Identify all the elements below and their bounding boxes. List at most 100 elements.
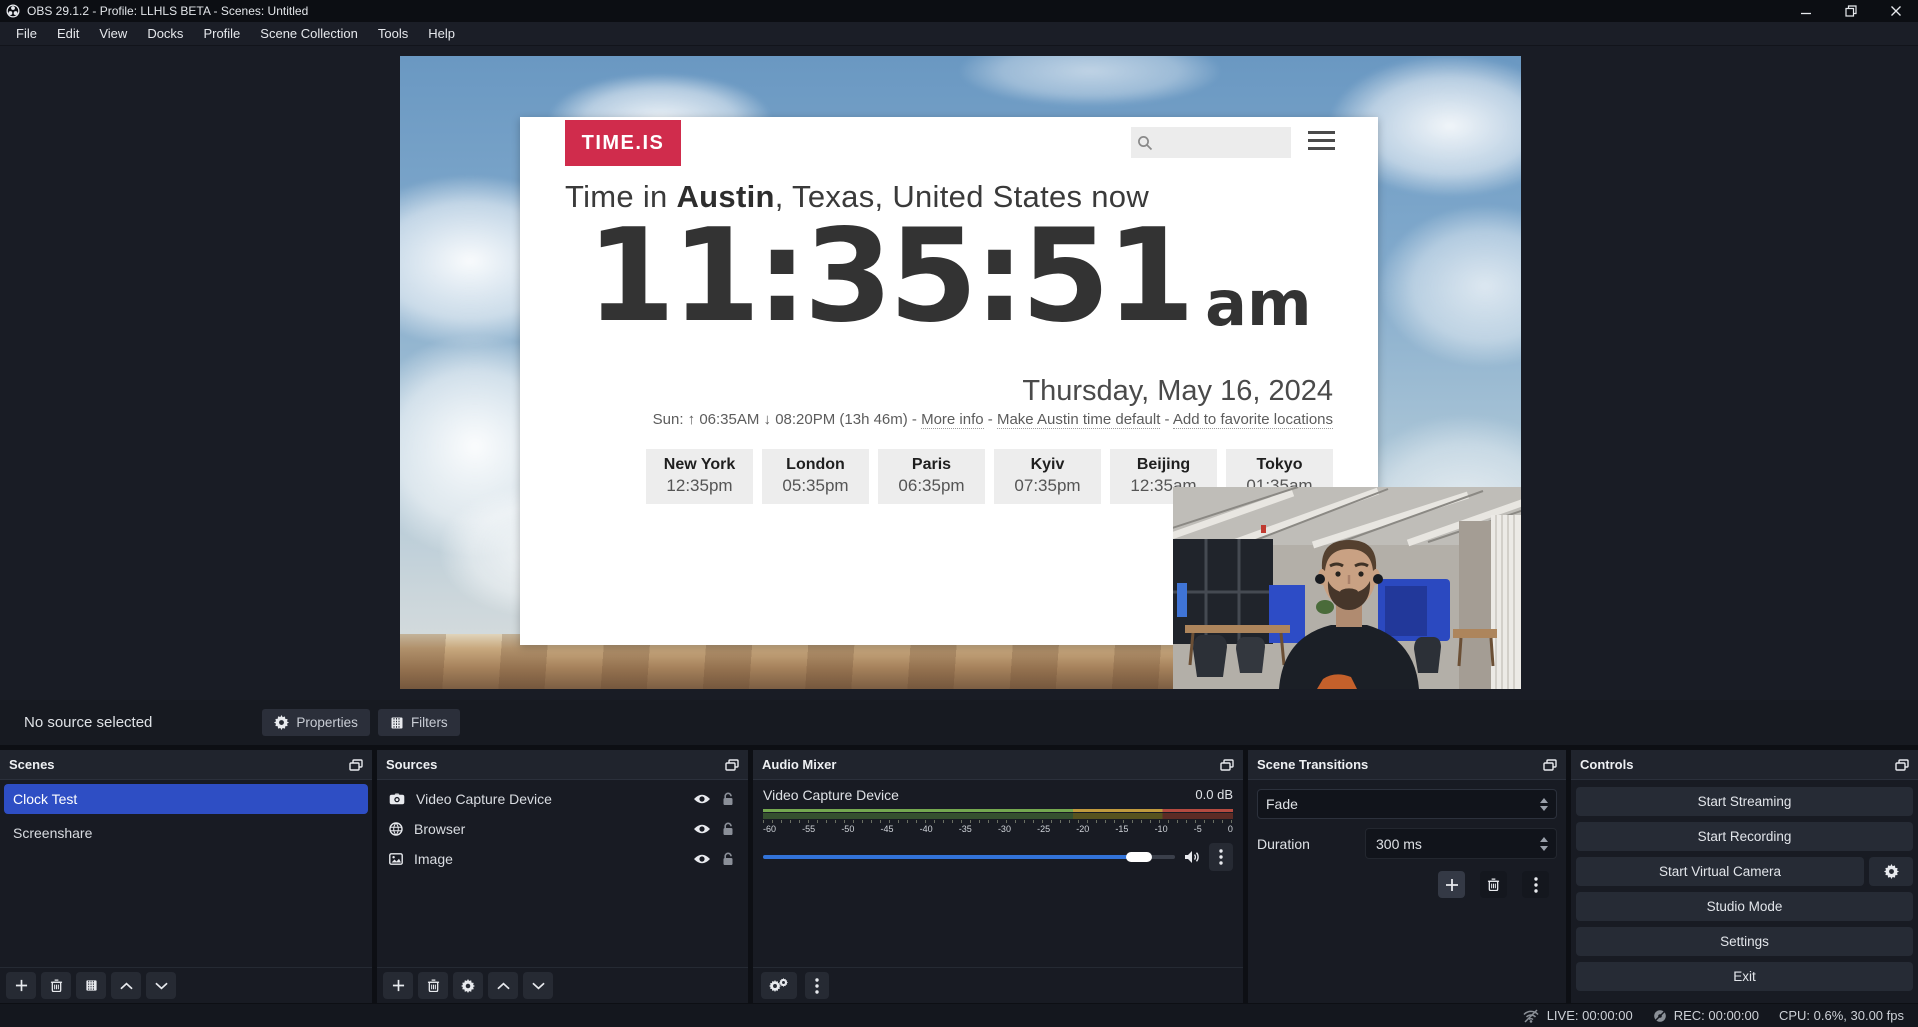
duration-spinbox[interactable]: 300 ms	[1365, 828, 1557, 859]
timeis-logo: TIME.IS	[565, 120, 681, 166]
preview-canvas[interactable]: TIME.IS Time in Austin, Texas, United St…	[400, 56, 1521, 689]
dock-row: Scenes Clock Test Screenshare Sources Vi…	[0, 750, 1918, 1003]
scene-item-clock-test[interactable]: Clock Test	[4, 784, 368, 814]
meter-tick-labels: -60-55-50-45-40-35-30-25-20-15-10-50	[763, 824, 1233, 834]
add-transition-button[interactable]	[1438, 871, 1465, 898]
webcam-source[interactable]	[1173, 487, 1521, 689]
remove-transition-button[interactable]	[1480, 871, 1507, 898]
popout-icon[interactable]	[1543, 759, 1557, 771]
visibility-eye-icon[interactable]	[693, 793, 711, 805]
search-input[interactable]	[1153, 135, 1273, 151]
scene-up-button[interactable]	[111, 972, 141, 999]
search-icon	[1137, 135, 1153, 151]
meter-tick-marks	[763, 820, 1233, 823]
volume-meter-level	[763, 809, 1233, 812]
clock-meridiem: am	[1205, 273, 1311, 335]
controls-panel: Controls Start Streaming Start Recording…	[1571, 750, 1918, 1003]
transition-select[interactable]: Fade	[1257, 789, 1557, 819]
menu-view[interactable]: View	[89, 22, 137, 45]
source-up-button[interactable]	[488, 972, 518, 999]
advanced-audio-button[interactable]	[761, 972, 797, 999]
favorite-link: Add to favorite locations	[1173, 411, 1333, 429]
status-bar: LIVE: 00:00:00 REC: 00:00:00 CPU: 0.6%, …	[0, 1003, 1918, 1027]
source-row-video-capture[interactable]: Video Capture Device	[377, 784, 748, 814]
lock-icon[interactable]	[722, 822, 734, 836]
globe-icon	[389, 822, 403, 836]
menu-profile[interactable]: Profile	[193, 22, 250, 45]
menu-tools[interactable]: Tools	[368, 22, 418, 45]
sources-toolbar	[377, 967, 748, 1003]
date-line: Thursday, May 16, 2024	[1022, 375, 1333, 408]
menu-scene-collection[interactable]: Scene Collection	[250, 22, 368, 45]
settings-button[interactable]: Settings	[1576, 927, 1913, 956]
mixer-options-button[interactable]	[1209, 843, 1233, 871]
menu-bar: File Edit View Docks Profile Scene Colle…	[0, 22, 1918, 46]
close-button[interactable]	[1873, 0, 1918, 22]
window-title: OBS 29.1.2 - Profile: LLHLS BETA - Scene…	[27, 4, 308, 18]
duration-label: Duration	[1257, 836, 1310, 852]
city-card: London05:35pm	[762, 449, 869, 504]
virtual-camera-config-button[interactable]	[1869, 857, 1913, 886]
popout-icon[interactable]	[1895, 759, 1909, 771]
city-card: Paris06:35pm	[878, 449, 985, 504]
studio-mode-button[interactable]: Studio Mode	[1576, 892, 1913, 921]
volume-slider[interactable]	[763, 851, 1175, 863]
menu-edit[interactable]: Edit	[47, 22, 89, 45]
remove-source-button[interactable]	[418, 972, 448, 999]
minimize-button[interactable]	[1783, 0, 1828, 22]
menu-docks[interactable]: Docks	[137, 22, 193, 45]
source-down-button[interactable]	[523, 972, 553, 999]
rec-status: REC: 00:00:00	[1653, 1008, 1759, 1023]
exit-button[interactable]: Exit	[1576, 962, 1913, 991]
record-disc-icon	[1653, 1009, 1667, 1023]
speaker-icon[interactable]	[1184, 850, 1200, 864]
volume-slider-handle[interactable]	[1126, 852, 1152, 862]
gear-icon	[1884, 864, 1899, 879]
source-row-browser[interactable]: Browser	[377, 814, 748, 844]
hamburger-menu-icon	[1308, 131, 1335, 155]
scenes-title: Scenes	[9, 757, 55, 772]
source-properties-button[interactable]	[453, 972, 483, 999]
main-area: TIME.IS Time in Austin, Texas, United St…	[0, 46, 1918, 700]
start-recording-button[interactable]: Start Recording	[1576, 822, 1913, 851]
start-virtual-camera-button[interactable]: Start Virtual Camera	[1576, 857, 1864, 886]
filters-button[interactable]: Filters	[378, 709, 460, 736]
city-card: Kyiv07:35pm	[994, 449, 1101, 504]
visibility-eye-icon[interactable]	[693, 853, 711, 865]
scene-transitions-panel: Scene Transitions Fade Duration 300 ms	[1248, 750, 1566, 1003]
scene-item-screenshare[interactable]: Screenshare	[4, 818, 368, 848]
scene-filters-button[interactable]	[76, 972, 106, 999]
gear-icon	[274, 715, 289, 730]
search-box	[1131, 127, 1291, 158]
add-scene-button[interactable]	[6, 972, 36, 999]
title-bar: OBS 29.1.2 - Profile: LLHLS BETA - Scene…	[0, 0, 1918, 22]
remove-scene-button[interactable]	[41, 972, 71, 999]
popout-icon[interactable]	[1220, 759, 1234, 771]
add-source-button[interactable]	[383, 972, 413, 999]
transition-options-button[interactable]	[1522, 871, 1549, 898]
restore-button[interactable]	[1828, 0, 1873, 22]
spin-arrows-icon[interactable]	[1540, 837, 1548, 851]
popout-icon[interactable]	[725, 759, 739, 771]
city-card: New York12:35pm	[646, 449, 753, 504]
menu-file[interactable]: File	[6, 22, 47, 45]
source-status-text: No source selected	[24, 714, 152, 731]
make-default-link: Make Austin time default	[997, 411, 1160, 429]
camera-icon	[389, 793, 405, 805]
scene-down-button[interactable]	[146, 972, 176, 999]
menu-help[interactable]: Help	[418, 22, 465, 45]
start-streaming-button[interactable]: Start Streaming	[1576, 787, 1913, 816]
source-row-image[interactable]: Image	[377, 844, 748, 874]
lock-icon[interactable]	[722, 792, 734, 806]
controls-title: Controls	[1580, 757, 1633, 772]
mixer-menu-button[interactable]	[805, 972, 829, 999]
visibility-eye-icon[interactable]	[693, 823, 711, 835]
popout-icon[interactable]	[349, 759, 363, 771]
mixer-channel-name: Video Capture Device	[763, 787, 899, 803]
clock-row: 11:35:51 am	[520, 213, 1378, 341]
sun-info-line: Sun: ↑ 06:35AM ↓ 08:20PM (13h 46m) - Mor…	[653, 411, 1333, 428]
obs-logo-icon	[6, 4, 20, 18]
properties-button[interactable]: Properties	[262, 709, 370, 736]
filter-icon	[390, 716, 404, 730]
lock-icon[interactable]	[722, 852, 734, 866]
